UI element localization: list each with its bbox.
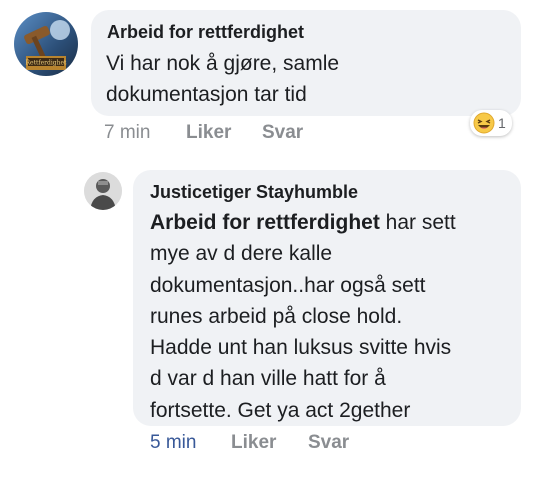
comment-text-line: dokumentasjon tar tid: [106, 83, 307, 106]
laughing-emoji-icon: [473, 112, 495, 134]
comment-time[interactable]: 7 min: [104, 122, 150, 144]
reply-button[interactable]: Svar: [262, 122, 303, 144]
reply-text-line: Arbeid for rettferdighet har sett: [150, 207, 456, 238]
reply-text-line: Hadde unt han luksus svitte hvis: [150, 336, 452, 360]
reply-actions: 5 min Liker Svar: [150, 432, 450, 456]
reply-text-line: mye av d dere kalle: [150, 242, 333, 266]
gavel-logo-icon: Rettferdighet: [14, 12, 78, 76]
comment-actions: 7 min Liker Svar: [104, 122, 404, 146]
reply-text: Arbeid for rettferdighet har sett mye av…: [150, 207, 456, 426]
reply-button[interactable]: Svar: [308, 432, 349, 454]
reply-text-fragment: har sett: [379, 211, 456, 234]
reaction-summary[interactable]: 1: [470, 110, 512, 136]
profile-photo-icon: [84, 172, 122, 210]
reply-text-line: d var d han ville hatt for å: [150, 367, 386, 391]
reply-text-line: runes arbeid på close hold.: [150, 304, 403, 328]
like-button[interactable]: Liker: [231, 432, 276, 454]
comment-author[interactable]: Arbeid for rettferdighet: [107, 22, 304, 43]
comment-text-line: Vi har nok å gjøre, samle: [106, 52, 340, 75]
avatar-caption: Rettferdighet: [26, 60, 68, 67]
comment-text: Vi har nok å gjøre, samle dokumentasjon …: [106, 48, 339, 110]
reply-time[interactable]: 5 min: [150, 432, 196, 454]
reply-author[interactable]: Justicetiger Stayhumble: [150, 182, 358, 203]
like-button[interactable]: Liker: [186, 122, 231, 144]
avatar-justicetiger-stayhumble[interactable]: [84, 172, 122, 210]
reply-text-line: fortsette. Get ya act 2gether: [150, 398, 411, 422]
reply-text-line: dokumentasjon..har også sett: [150, 273, 426, 297]
reaction-count: 1: [498, 115, 506, 131]
mention-link[interactable]: Arbeid for rettferdighet: [150, 211, 380, 234]
avatar-arbeid-for-rettferdighet[interactable]: Rettferdighet: [14, 12, 78, 76]
